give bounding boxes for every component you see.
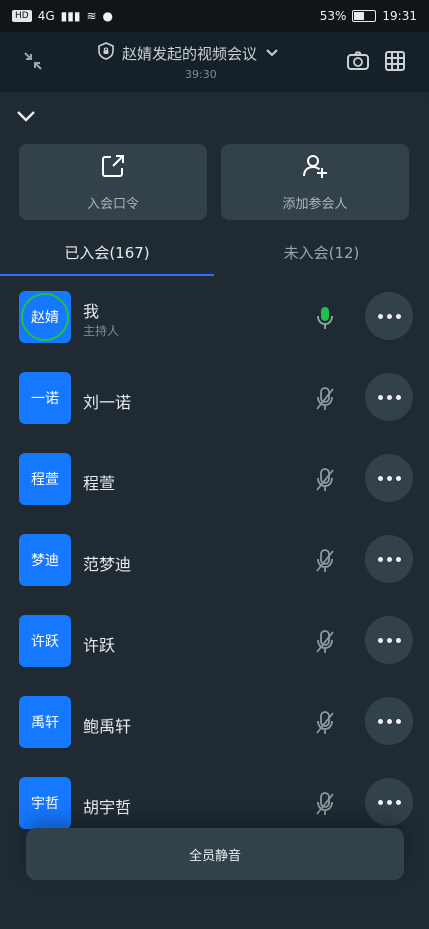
avatar: 禹轩 bbox=[19, 696, 71, 748]
avatar: 赵婧 bbox=[19, 291, 71, 343]
participant-role: 主持人 bbox=[83, 324, 120, 338]
microphone-muted-icon[interactable] bbox=[309, 464, 341, 496]
participant-name: 许跃 bbox=[83, 636, 116, 655]
more-options-button[interactable] bbox=[365, 454, 413, 502]
participant-tabs: 已入会(167) 未入会(12) bbox=[0, 230, 429, 274]
tab-joined[interactable]: 已入会(167) bbox=[0, 230, 214, 274]
tab-not-joined[interactable]: 未入会(12) bbox=[214, 230, 429, 274]
more-options-button[interactable] bbox=[365, 778, 413, 826]
minimize-icon[interactable] bbox=[22, 50, 44, 76]
battery-icon bbox=[352, 10, 377, 22]
speaking-ring bbox=[21, 293, 69, 341]
more-options-button[interactable] bbox=[365, 535, 413, 583]
more-options-button[interactable] bbox=[365, 292, 413, 340]
signal-icon: ▮▮▮ bbox=[60, 9, 81, 23]
participant-name: 范梦迪 bbox=[83, 555, 132, 574]
meeting-password-label: 入会口令 bbox=[86, 196, 139, 212]
microphone-muted-icon[interactable] bbox=[309, 707, 341, 739]
participant-name: 我 bbox=[83, 302, 100, 321]
microphone-muted-icon[interactable] bbox=[309, 626, 341, 658]
notification-icon: ● bbox=[102, 9, 113, 23]
participant-row[interactable]: 许跃 许跃 bbox=[0, 608, 429, 680]
avatar: 许跃 bbox=[19, 615, 71, 667]
more-icon bbox=[377, 556, 401, 562]
active-tab-indicator bbox=[0, 274, 214, 276]
grid-view-icon[interactable] bbox=[384, 50, 406, 76]
mute-all-button[interactable]: 全员静音 bbox=[26, 828, 404, 880]
meeting-password-button[interactable]: 入会口令 bbox=[19, 144, 207, 220]
add-participant-label: 添加参会人 bbox=[282, 196, 348, 212]
participant-row[interactable]: 程萱 程萱 bbox=[0, 446, 429, 518]
collapse-panel-icon[interactable] bbox=[16, 108, 36, 127]
more-options-button[interactable] bbox=[365, 697, 413, 745]
avatar: 宇哲 bbox=[19, 777, 71, 829]
more-icon bbox=[377, 475, 401, 481]
add-participant-button[interactable]: 添加参会人 bbox=[221, 144, 409, 220]
more-options-button[interactable] bbox=[365, 616, 413, 664]
network-type: 4G bbox=[37, 9, 55, 23]
more-icon bbox=[377, 313, 401, 319]
avatar: 程萱 bbox=[19, 453, 71, 505]
participant-row[interactable]: 梦迪 范梦迪 bbox=[0, 527, 429, 599]
meeting-timer: 39:30 bbox=[185, 68, 217, 81]
more-icon bbox=[377, 799, 401, 805]
participant-row[interactable]: 禹轩 鲍禹轩 bbox=[0, 689, 429, 761]
meeting-title[interactable]: 赵婧发起的视频会议 bbox=[98, 42, 279, 64]
more-icon bbox=[377, 718, 401, 724]
switch-camera-icon[interactable] bbox=[346, 50, 370, 76]
avatar: 梦迪 bbox=[19, 534, 71, 586]
participant-name: 程萱 bbox=[83, 474, 116, 493]
microphone-muted-icon[interactable] bbox=[309, 383, 341, 415]
hd-badge: HD bbox=[12, 10, 32, 22]
wifi-icon: ≋ bbox=[86, 9, 97, 23]
microphone-muted-icon[interactable] bbox=[309, 545, 341, 577]
microphone-muted-icon[interactable] bbox=[309, 788, 341, 820]
more-icon bbox=[377, 394, 401, 400]
participant-row[interactable]: 一诺 刘一诺 bbox=[0, 365, 429, 437]
participant-name: 胡宇哲 bbox=[83, 798, 132, 817]
participant-name: 鲍禹轩 bbox=[83, 717, 132, 736]
more-options-button[interactable] bbox=[365, 373, 413, 421]
meeting-top-bar: 赵婧发起的视频会议 39:30 bbox=[0, 32, 429, 92]
lock-shield-icon bbox=[98, 42, 114, 64]
clock: 19:31 bbox=[382, 9, 417, 23]
meeting-title-text: 赵婧发起的视频会议 bbox=[122, 44, 258, 63]
add-user-icon bbox=[301, 153, 329, 183]
participant-row[interactable]: 赵婧 我 主持人 bbox=[0, 284, 429, 356]
participant-name: 刘一诺 bbox=[83, 393, 132, 412]
status-bar: HD 4G ▮▮▮ ≋ ● 53% 19:31 bbox=[0, 0, 429, 32]
more-icon bbox=[377, 637, 401, 643]
battery-percent: 53% bbox=[319, 9, 347, 23]
participants-panel: 入会口令 添加参会人 已入会(167) 未入会(12) 赵婧 我 主持人 一诺 … bbox=[0, 92, 429, 929]
chevron-down-icon bbox=[265, 44, 279, 62]
share-icon bbox=[100, 153, 126, 183]
avatar: 一诺 bbox=[19, 372, 71, 424]
microphone-on-icon[interactable] bbox=[309, 302, 341, 334]
